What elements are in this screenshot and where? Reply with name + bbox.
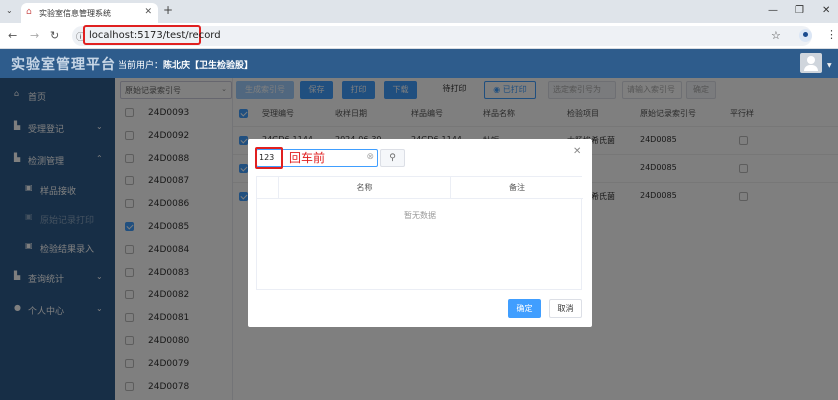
search-value-highlight: 123 bbox=[255, 147, 283, 169]
bookmark-star-icon[interactable]: ☆ bbox=[771, 29, 781, 42]
tab-title: 实验室信息管理系统 bbox=[39, 9, 111, 18]
new-tab-button[interactable]: + bbox=[163, 3, 173, 17]
search-button[interactable]: ⚲ bbox=[380, 149, 405, 167]
app-header: 实验室管理平台 当前用户：陈北庆【卫生检验股】 ▼ bbox=[0, 49, 838, 78]
col-header-name: 名称 bbox=[279, 177, 451, 198]
url-text[interactable]: localhost:5173/test/record bbox=[89, 30, 221, 41]
cancel-button[interactable]: 取消 bbox=[549, 299, 582, 318]
search-icon: ⚲ bbox=[389, 153, 396, 163]
col-header-remark: 备注 bbox=[451, 177, 583, 198]
browser-tab[interactable]: ⌂ 实验室信息管理系统 ✕ bbox=[21, 3, 158, 23]
back-icon[interactable]: ← bbox=[8, 29, 17, 42]
close-window-icon[interactable]: ✕ bbox=[822, 5, 830, 16]
profile-icon[interactable] bbox=[799, 29, 812, 42]
index-col-header bbox=[257, 177, 279, 198]
current-user: 当前用户：陈北庆【卫生检验股】 bbox=[118, 58, 253, 71]
clear-icon[interactable]: ⊗ bbox=[366, 152, 374, 162]
browser-tab-bar: ⌄ ⌂ 实验室信息管理系统 ✕ + — ❐ ✕ bbox=[0, 0, 838, 23]
close-icon[interactable]: ✕ bbox=[573, 146, 581, 157]
user-label: 当前用户： bbox=[118, 61, 164, 71]
forward-icon[interactable]: → bbox=[30, 29, 39, 42]
user-name: 陈北庆【卫生检验股】 bbox=[163, 61, 254, 71]
minimize-icon[interactable]: — bbox=[768, 5, 778, 16]
select-dialog: ✕ ⊗ 123 回车前 ⚲ 名称 备注 暂无数据 确定 取消 bbox=[248, 139, 592, 327]
reload-icon[interactable]: ↻ bbox=[50, 29, 59, 42]
annotation-label: 回车前 bbox=[289, 151, 326, 165]
restore-icon[interactable]: ❐ bbox=[795, 5, 804, 16]
close-tab-icon[interactable]: ✕ bbox=[144, 7, 152, 17]
home-favicon-icon: ⌂ bbox=[26, 7, 32, 17]
tab-search-icon[interactable]: ⌄ bbox=[6, 6, 13, 15]
empty-text: 暂无数据 bbox=[404, 211, 436, 220]
dialog-table: 名称 备注 暂无数据 bbox=[256, 176, 583, 290]
menu-kebab-icon[interactable]: ⋮ bbox=[826, 28, 837, 41]
ok-button[interactable]: 确定 bbox=[508, 299, 541, 318]
search-value[interactable]: 123 bbox=[259, 153, 274, 162]
address-bar-row: ← → ↻ ⓘ localhost:5173/test/record ☆ ⋮ bbox=[0, 23, 838, 49]
avatar-caret-icon[interactable]: ▼ bbox=[827, 62, 832, 69]
app-brand: 实验室管理平台 bbox=[11, 57, 116, 73]
avatar[interactable] bbox=[800, 53, 822, 73]
